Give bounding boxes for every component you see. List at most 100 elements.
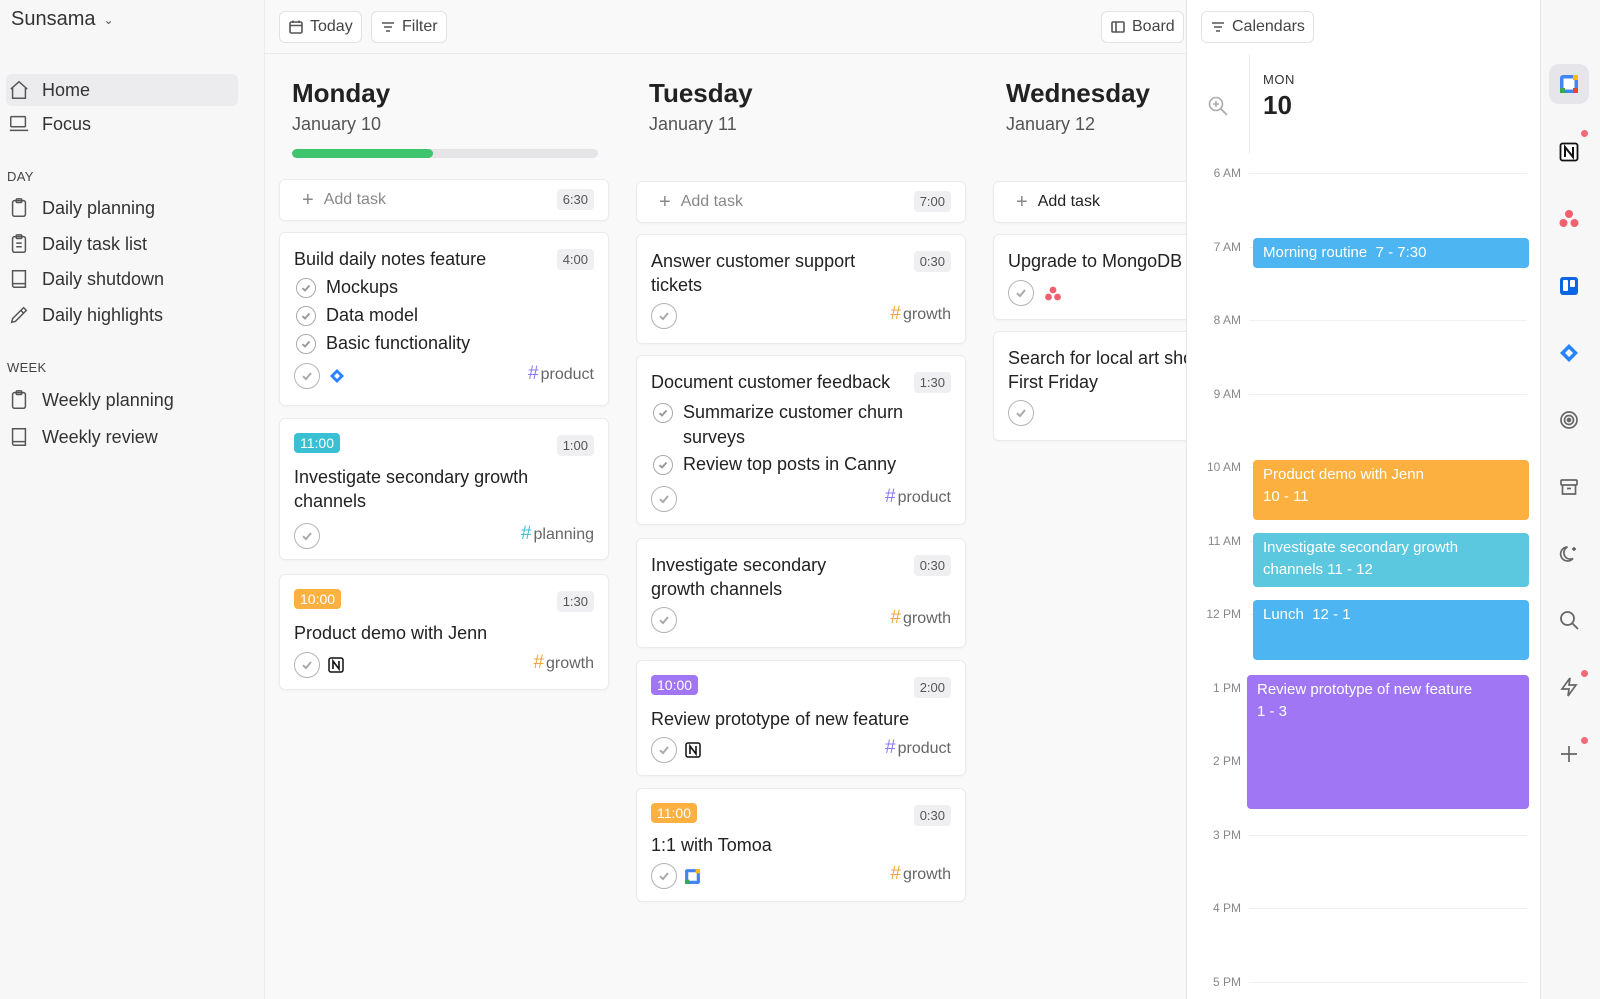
task-card[interactable]: 11:00 0:30 1:1 with Tomoa # growth xyxy=(636,788,966,902)
channel-tag[interactable]: # growth xyxy=(890,303,951,325)
event-time: 11 - 12 xyxy=(1327,561,1373,578)
sidebar-item-daily-shutdown[interactable]: Daily shutdown xyxy=(6,263,238,295)
rail-goals[interactable] xyxy=(1549,400,1589,440)
complete-checkbox[interactable] xyxy=(651,303,677,329)
subtask-checkbox[interactable] xyxy=(653,455,673,475)
event-title-line: channels xyxy=(1263,561,1324,578)
event-title: Lunch xyxy=(1263,606,1304,623)
planned-time: 7:00 xyxy=(913,191,951,212)
google-calendar-icon xyxy=(1560,75,1578,93)
day-name: Wednesday xyxy=(1006,78,1151,108)
task-card[interactable]: Investigate secondary growth channels 0:… xyxy=(636,538,966,648)
check-icon xyxy=(301,284,311,292)
channel-tag[interactable]: # growth xyxy=(890,607,951,629)
subtask[interactable]: Review top posts in Canny xyxy=(653,452,896,477)
rail-shutdown[interactable] xyxy=(1549,534,1589,574)
task-card[interactable]: Search for local art show First Friday xyxy=(993,331,1186,441)
subtask[interactable]: Summarize customer churn surveys xyxy=(653,400,903,450)
task-card[interactable]: Document customer feedback 1:30 Summariz… xyxy=(636,355,966,525)
task-card[interactable]: Build daily notes feature 4:00 Mockups D… xyxy=(279,232,609,406)
task-card[interactable]: 11:00 1:00 Investigate secondary growth … xyxy=(279,418,609,560)
rail-asana[interactable] xyxy=(1549,199,1589,239)
hour-row: 5 PM xyxy=(1187,975,1541,999)
add-task-button[interactable]: + Add task 6:30 xyxy=(279,179,609,221)
calendar-event[interactable]: Morning routine 7 - 7:30 xyxy=(1253,238,1529,268)
calendar-event[interactable]: Lunch 12 - 1 xyxy=(1253,600,1529,660)
task-card[interactable]: 10:00 2:00 Review prototype of new featu… xyxy=(636,660,966,776)
check-icon xyxy=(658,461,668,469)
task-title-line: Investigate secondary growth xyxy=(294,467,529,487)
calendar-event[interactable]: Product demo with Jenn 10 - 11 xyxy=(1253,460,1529,520)
complete-checkbox[interactable] xyxy=(651,607,677,633)
check-icon xyxy=(659,495,669,504)
sidebar-item-weekly-review[interactable]: Weekly review xyxy=(6,421,238,453)
rail-jira[interactable] xyxy=(1549,333,1589,373)
rail-archive[interactable] xyxy=(1549,467,1589,507)
hour-row: 3 PM xyxy=(1187,828,1541,855)
complete-checkbox[interactable] xyxy=(651,486,677,512)
rail-search[interactable] xyxy=(1549,600,1589,640)
subtask-label-line: Summarize customer churn xyxy=(683,402,904,422)
add-task-button[interactable]: + Add task 7:00 xyxy=(636,181,966,223)
complete-checkbox[interactable] xyxy=(294,523,320,549)
subtask[interactable]: Data model xyxy=(296,303,418,328)
channel-tag[interactable]: # product xyxy=(528,363,594,385)
task-card[interactable]: 10:00 1:30 Product demo with Jenn # growt… xyxy=(279,574,609,690)
subtask[interactable]: Mockups xyxy=(296,275,398,300)
channel-tag[interactable]: # product xyxy=(885,737,951,759)
rail-trello[interactable] xyxy=(1549,266,1589,306)
subtask-checkbox[interactable] xyxy=(296,278,316,298)
task-card[interactable]: Answer customer support tickets 0:30 # gr… xyxy=(636,234,966,344)
sidebar-item-daily-planning[interactable]: Daily planning xyxy=(6,192,238,224)
complete-checkbox[interactable] xyxy=(1008,400,1034,426)
calendars-button[interactable]: Calendars xyxy=(1201,11,1314,43)
notion-icon xyxy=(1559,142,1579,162)
calendar-event[interactable]: Review prototype of new feature 1 - 3 xyxy=(1247,675,1529,809)
calendar-event[interactable]: Investigate secondary growth channels 11… xyxy=(1253,533,1529,587)
task-title-line: First Friday xyxy=(1008,372,1098,392)
complete-checkbox[interactable] xyxy=(1008,280,1034,306)
task-title: 1:1 with Tomoa xyxy=(651,835,772,855)
chevron-down-icon: ⌄ xyxy=(103,12,114,27)
start-time-badge: 10:00 xyxy=(294,589,342,609)
subtask-checkbox[interactable] xyxy=(653,403,673,423)
task-title-line: channels xyxy=(294,491,367,511)
sidebar-item-daily-highlights[interactable]: Daily highlights xyxy=(6,299,238,331)
rail-google-calendar[interactable] xyxy=(1549,64,1589,104)
complete-checkbox[interactable] xyxy=(651,737,677,763)
complete-checkbox[interactable] xyxy=(651,863,677,889)
complete-checkbox[interactable] xyxy=(294,363,320,389)
sidebar-item-home[interactable]: Home xyxy=(6,74,238,106)
hour-label: 5 PM xyxy=(1212,974,1241,989)
sidebar-item-label: Daily planning xyxy=(42,197,156,218)
subtask-label: Data model xyxy=(326,305,419,325)
hour-label: 6 AM xyxy=(1213,166,1241,180)
sidebar-item-label: Focus xyxy=(42,113,92,134)
subtask-checkbox[interactable] xyxy=(296,334,316,354)
hour-row: 8 AM xyxy=(1187,313,1541,340)
sidebar-item-focus[interactable]: Focus xyxy=(6,108,238,140)
sidebar-item-daily-task-list[interactable]: Daily task list xyxy=(6,228,238,260)
task-card[interactable]: Upgrade to MongoDB xyxy=(993,234,1186,320)
workspace-switcher[interactable]: Sunsama ⌄ xyxy=(11,8,114,31)
rail-notion[interactable] xyxy=(1549,132,1589,172)
subtask[interactable]: Basic functionality xyxy=(296,331,470,356)
event-title: Morning routine xyxy=(1263,244,1368,261)
add-task-button[interactable]: + Add task xyxy=(993,181,1186,223)
subtask-checkbox[interactable] xyxy=(296,306,316,326)
check-icon xyxy=(659,616,669,625)
sidebar-item-weekly-planning[interactable]: Weekly planning xyxy=(6,384,238,416)
zoom-in-button[interactable] xyxy=(1207,95,1229,117)
hour-label: 11 AM xyxy=(1207,533,1241,548)
channel-tag[interactable]: # planning xyxy=(521,523,594,545)
day-column-monday: Monday January 10 + Add task 6:30 Build d… xyxy=(279,0,609,999)
task-title-line: Search for local art show xyxy=(1008,348,1186,368)
channel-tag[interactable]: # growth xyxy=(533,652,594,674)
channel-tag[interactable]: # product xyxy=(885,486,951,508)
complete-checkbox[interactable] xyxy=(294,652,320,678)
check-icon xyxy=(659,746,669,755)
hour-gridline xyxy=(1249,834,1527,836)
task-duration: 0:30 xyxy=(913,555,951,576)
channel-tag[interactable]: # growth xyxy=(890,863,951,885)
check-icon xyxy=(302,532,312,541)
